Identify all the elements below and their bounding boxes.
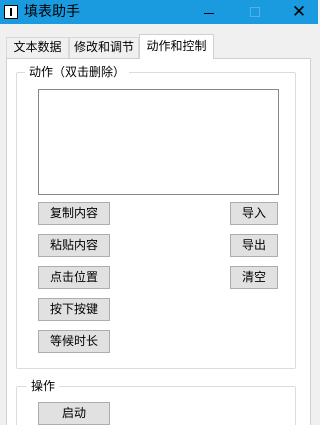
operations-group-legend: 操作 [27,378,60,394]
tab-text-data[interactable]: 文本数据 [6,37,69,58]
minimize-icon [204,12,214,14]
title-bar: 填表助手 ✕ [0,0,318,24]
actions-listbox[interactable] [38,89,279,195]
paste-content-button[interactable]: 粘贴内容 [38,234,110,257]
clear-button[interactable]: 清空 [230,266,278,289]
window-title: 填表助手 [24,4,80,20]
close-icon: ✕ [291,2,307,22]
wait-duration-button[interactable]: 等候时长 [38,330,110,353]
tab-modify-adjust[interactable]: 修改和调节 [69,37,139,58]
app-icon [4,5,18,19]
press-key-button[interactable]: 按下按键 [38,298,110,321]
click-position-button[interactable]: 点击位置 [38,266,110,289]
export-button[interactable]: 导出 [230,234,278,257]
copy-content-button[interactable]: 复制内容 [38,202,110,225]
tab-action-control[interactable]: 动作和控制 [139,34,214,59]
maximize-icon [250,7,260,17]
actions-group-legend: 动作（双击删除） [25,64,130,80]
import-button[interactable]: 导入 [230,202,278,225]
minimize-button[interactable] [186,0,232,24]
start-button[interactable]: 启动 [38,402,110,425]
maximize-button[interactable] [232,0,278,24]
close-button[interactable]: ✕ [276,0,320,24]
tab-strip: 文本数据 修改和调节 动作和控制 [0,24,318,60]
